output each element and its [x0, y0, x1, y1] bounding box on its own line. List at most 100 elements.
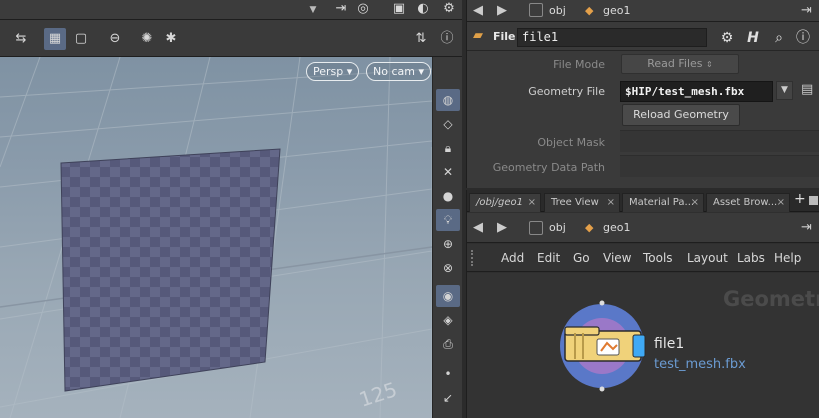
close-icon[interactable]: × [607, 194, 615, 212]
geometry-file-input[interactable]: $HIP/test_mesh.fbx [620, 81, 773, 102]
network-canvas[interactable]: Geometr file1 test_mesh.fbx [467, 273, 819, 418]
viewport-title-bar: ▼ ⇥ ◎ ▣ ◐ ⚙ [0, 0, 462, 20]
node-name-label[interactable]: file1 [654, 336, 684, 352]
grid-label: 125 [356, 377, 400, 412]
pane-tab-bar: /obj/geo1 × Tree View × Material Pa... × As… [467, 190, 819, 212]
path-obj[interactable]: obj [549, 213, 566, 243]
view-options-icon[interactable]: ⚙ [438, 0, 460, 20]
node-type-label: File [493, 30, 516, 43]
object-mask-field[interactable] [620, 130, 819, 152]
persp-dropdown[interactable]: Persp ▾ [306, 62, 360, 81]
back-arrow-icon[interactable]: ◀ [473, 0, 483, 22]
geo-node-icon: ◆ [585, 4, 594, 17]
network-editor-pane: /obj/geo1 × Tree View × Material Pa... × As… [466, 190, 819, 418]
reload-geometry-button[interactable]: Reload Geometry [622, 104, 740, 126]
camera-view-icon[interactable]: ⎙ [436, 333, 460, 355]
menu-labs[interactable]: Labs [737, 244, 765, 272]
render-icon[interactable]: ◐ [412, 0, 434, 20]
chevron-down-icon[interactable]: ▼ [776, 81, 793, 100]
camera-dropdown[interactable]: No cam ▾ [366, 62, 431, 81]
arrow-left-icon[interactable]: ↙ [436, 387, 460, 409]
sort-icon[interactable]: ⇅ [410, 28, 432, 50]
menu-tools[interactable]: Tools [643, 244, 673, 272]
menu-edit[interactable]: Edit [537, 244, 560, 272]
pin-icon[interactable]: ⇥ [330, 0, 352, 20]
tab-material-palette[interactable]: Material Pa... × [622, 193, 704, 212]
close-icon[interactable]: × [777, 194, 785, 212]
info-icon[interactable]: ⓘ [793, 28, 813, 48]
geometry-file-label: Geometry File [528, 85, 605, 98]
viewport-toolbar: ⇆ ▦ ▢ ⊖ ✺ ✱ ⇅ ⓘ [0, 21, 462, 57]
parameter-path-bar: ◀ ▶ obj ◆ geo1 ⇥ [467, 0, 819, 22]
path-geo[interactable]: geo1 [603, 0, 630, 22]
target-icon[interactable]: ◎ [352, 0, 374, 20]
mesh-plane[interactable] [60, 148, 281, 392]
ghost-icon[interactable]: ● [436, 185, 460, 207]
network-menubar: Add Edit Go View Tools Layout Labs Help [467, 244, 819, 272]
lights-icon[interactable]: ✺ [136, 28, 158, 50]
path-geo[interactable]: geo1 [603, 213, 630, 243]
geometry-data-path-label: Geometry Data Path [492, 161, 605, 174]
shading-icon[interactable]: ◍ [436, 89, 460, 111]
back-arrow-icon[interactable]: ◀ [473, 213, 483, 243]
3d-viewport-canvas[interactable]: 125 Persp ▾ No cam ▾ [0, 57, 432, 418]
camera-icon[interactable]: ▦ [44, 28, 66, 50]
menu-layout[interactable]: Layout [687, 244, 728, 272]
snap-icon[interactable]: ⇆ [10, 28, 32, 50]
wireframe-icon[interactable]: ◇ [436, 113, 460, 135]
forward-arrow-icon[interactable]: ▶ [497, 0, 507, 22]
object-mask-label: Object Mask [537, 136, 605, 149]
help-icon[interactable]: ⓘ [436, 28, 458, 50]
drag-handle[interactable] [471, 250, 475, 266]
pin-icon[interactable]: ⇥ [801, 213, 812, 243]
close-icon[interactable]: × [691, 194, 699, 212]
point-icon[interactable]: ⊕ [436, 233, 460, 255]
network-box-icon [529, 221, 543, 235]
viewport-grid: 125 [0, 57, 432, 418]
close-icon[interactable]: × [528, 194, 536, 212]
no-entry-icon[interactable]: ⊖ [104, 28, 126, 50]
normal-icon[interactable]: ⊗ [436, 257, 460, 279]
screenshot-icon[interactable]: ▢ [70, 28, 92, 50]
cube-icon[interactable]: ▣ [388, 0, 410, 20]
tab-tree-view[interactable]: Tree View × [544, 193, 620, 212]
houdini-window: ▼ ⇥ ◎ ▣ ◐ ⚙ ⇆ ▦ ▢ ⊖ ✺ ✱ ⇅ ⓘ 125 Persp ▾ … [0, 0, 819, 418]
display-options-icon[interactable]: ✱ [160, 28, 182, 50]
menu-help[interactable]: Help [774, 244, 801, 272]
geo-node-icon: ◆ [585, 221, 594, 234]
path-obj[interactable]: obj [549, 0, 566, 22]
search-icon[interactable]: ⌕ [769, 28, 789, 48]
scene-viewport-pane: ▼ ⇥ ◎ ▣ ◐ ⚙ ⇆ ▦ ▢ ⊖ ✺ ✱ ⇅ ⓘ 125 Persp ▾ … [0, 0, 462, 418]
network-path-bar: ◀ ▶ obj ◆ geo1 ⇥ [467, 213, 819, 243]
menu-go[interactable]: Go [573, 244, 590, 272]
network-box-icon [529, 3, 543, 17]
file-node-icon: ▰ [473, 28, 483, 43]
node-header: ▰ File file1 ⚙ H ⌕ ⓘ [467, 24, 819, 51]
help-h-icon[interactable]: H [743, 28, 763, 48]
pin-icon[interactable]: ⇥ [801, 0, 812, 22]
file-browse-icon[interactable]: ▤ [801, 82, 813, 97]
menu-view[interactable]: View [603, 244, 631, 272]
add-tab-button[interactable]: + [794, 191, 806, 207]
forward-arrow-icon[interactable]: ▶ [497, 213, 507, 243]
viewport-display-toolbar: ◍ ◇ 🔒︎ ✕ ● 💡︎ ⊕ ⊗ ◉ ◈ ⎙ • ↙ [432, 57, 462, 418]
menu-add[interactable]: Add [501, 244, 524, 272]
maximize-icon[interactable] [809, 196, 818, 205]
node-file-label: test_mesh.fbx [654, 357, 746, 372]
visibility-icon[interactable]: ◉ [436, 285, 460, 307]
light-bulb-icon[interactable]: 💡︎ [436, 209, 460, 231]
parameter-pane: ◀ ▶ obj ◆ geo1 ⇥ ▰ File file1 ⚙ H ⌕ ⓘ Fi… [466, 0, 819, 188]
file-mode-select[interactable]: Read Files ⇕ [621, 54, 739, 74]
file-mode-label: File Mode [553, 58, 605, 71]
tab-network[interactable]: /obj/geo1 × [469, 193, 541, 212]
tab-asset-browser[interactable]: Asset Brow... × [706, 193, 790, 212]
geometry-data-path-field[interactable] [620, 155, 819, 177]
gear-icon[interactable]: ⚙ [717, 28, 737, 48]
chevron-down-icon[interactable]: ▼ [304, 2, 322, 18]
dot-icon[interactable]: • [436, 363, 460, 385]
file-node[interactable] [467, 273, 819, 418]
lock-icon[interactable]: 🔒︎ [436, 137, 460, 159]
close-icon[interactable]: ✕ [436, 161, 460, 183]
primitive-icon[interactable]: ◈ [436, 309, 460, 331]
node-name-field[interactable]: file1 [517, 28, 707, 47]
